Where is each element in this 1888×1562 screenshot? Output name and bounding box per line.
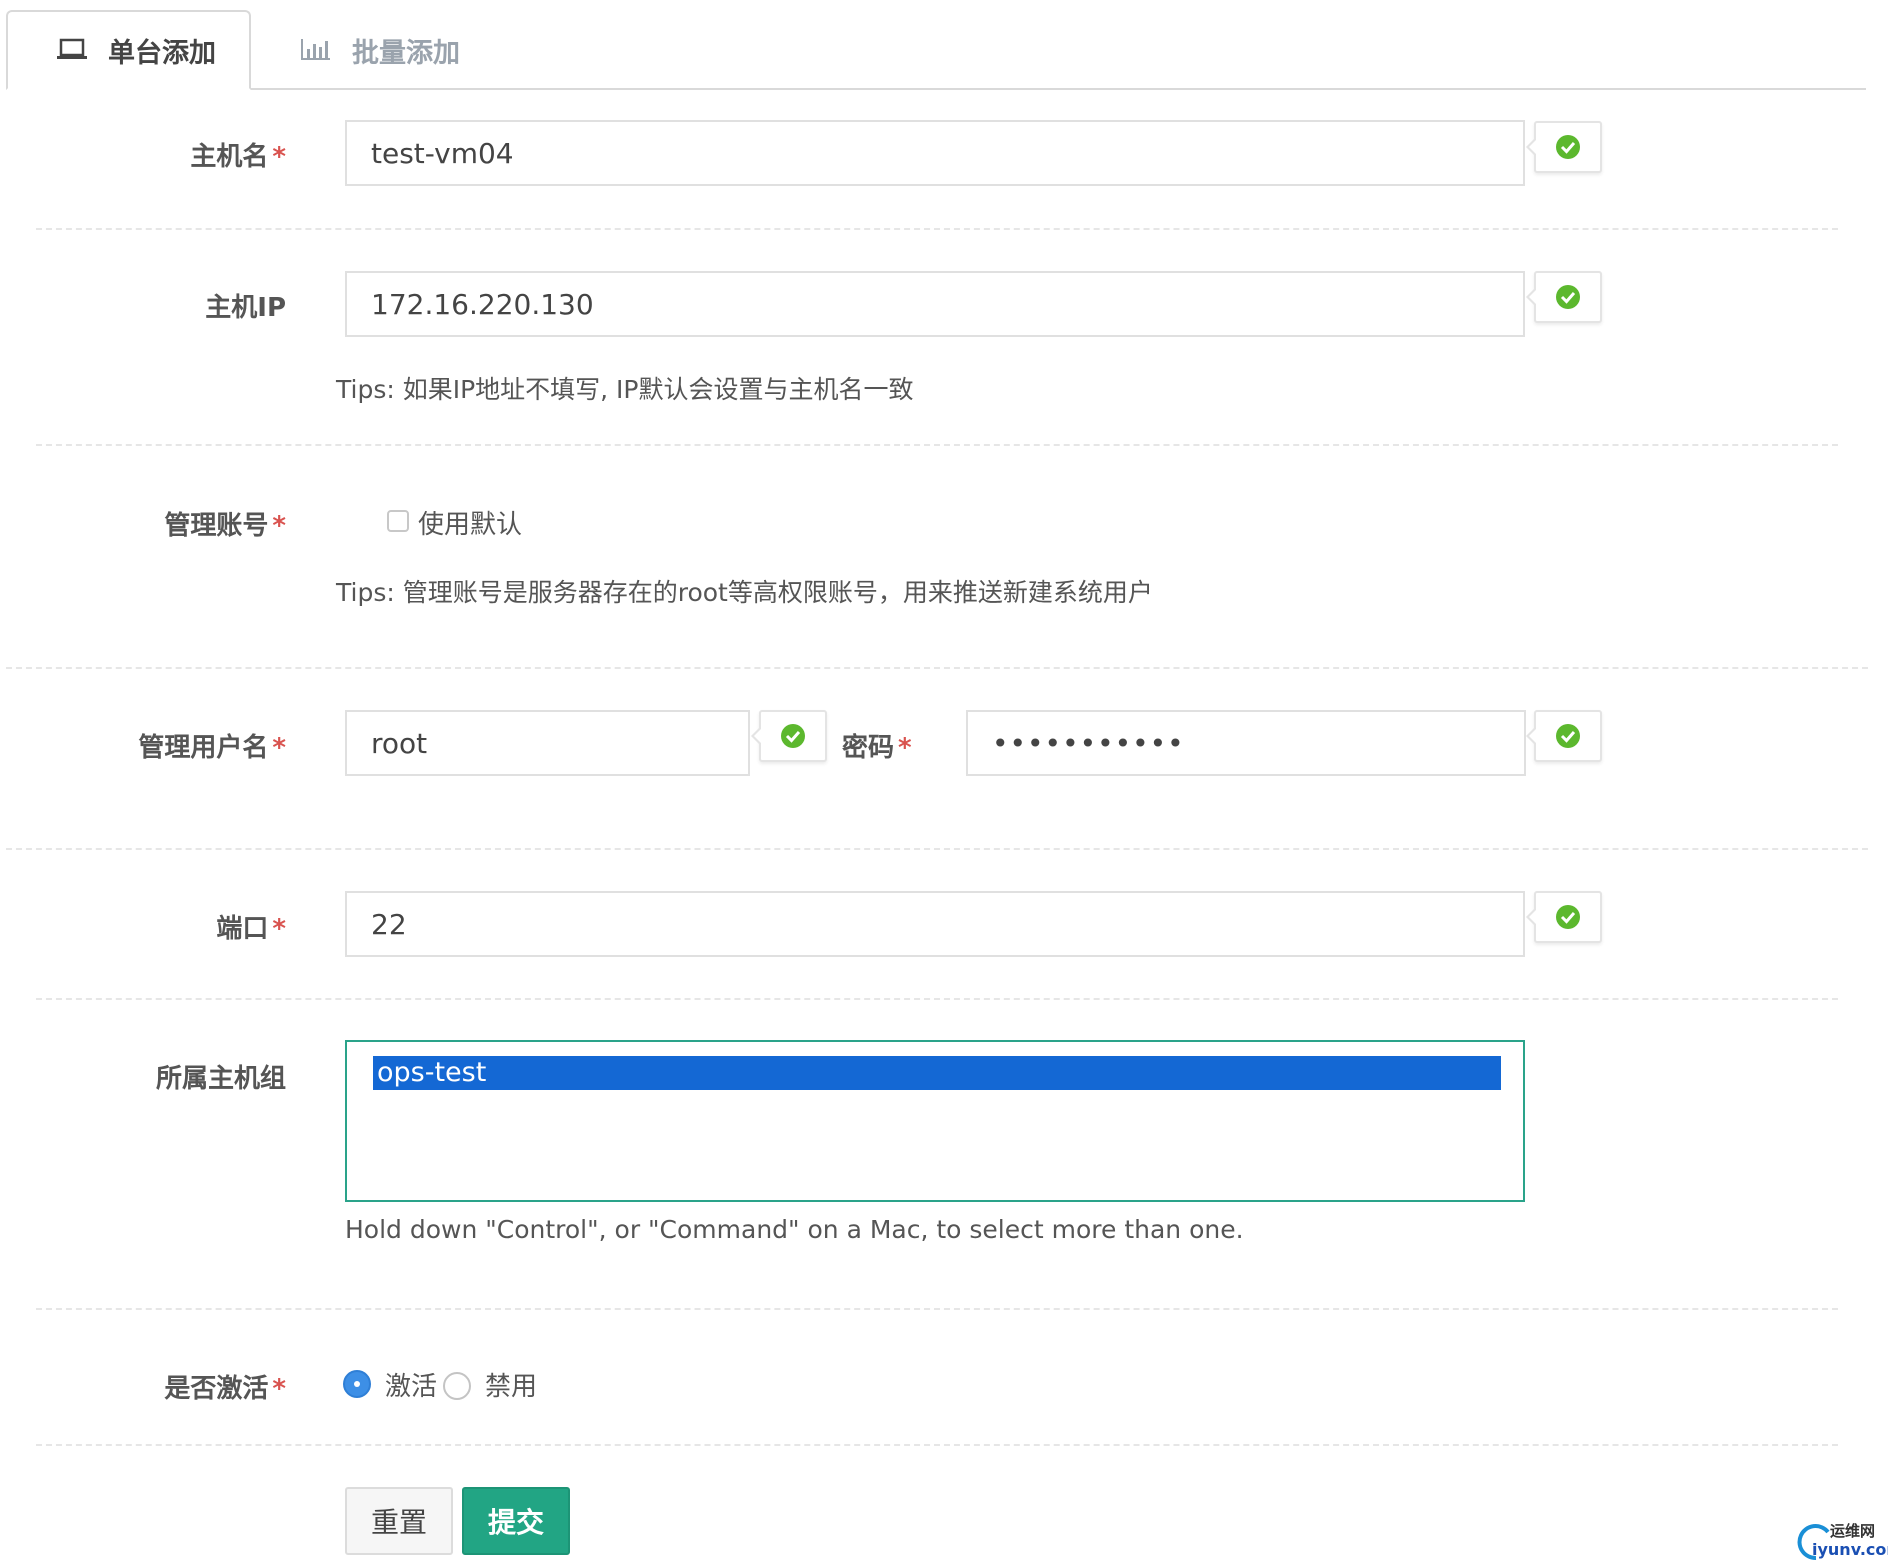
row-divider [36,1308,1838,1310]
tab-single-add[interactable]: 单台添加 [6,10,251,90]
use-default-label[interactable]: 使用默认 [418,504,522,541]
row-divider [36,998,1838,1000]
check-icon [781,724,805,748]
watermark-text-en: iyunv.com [1812,1540,1888,1559]
laptop-icon [56,37,88,63]
host-group-help: Hold down "Control", or "Command" on a M… [345,1215,1244,1244]
port-input[interactable]: 22 [345,891,1525,957]
host-ip-label: 主机IP [205,293,286,323]
row-divider [6,667,1868,669]
port-valid-badge [1526,891,1602,943]
admin-username-valid-badge [751,710,827,762]
admin-username-input[interactable]: root [345,710,750,776]
admin-account-tip: Tips: 管理账号是服务器存在的root等高权限账号，用来推送新建系统用户 [336,578,1153,607]
row-divider [36,1444,1838,1446]
use-default-checkbox[interactable] [387,510,409,532]
admin-account-label: 管理账号 * [164,511,286,541]
row-divider [36,444,1838,446]
bar-chart-icon [300,37,332,63]
radio-activate[interactable] [343,1370,371,1398]
host-ip-valid-badge [1526,271,1602,323]
host-group-label: 所属主机组 [155,1064,286,1094]
tab-bar-divider [6,88,1866,90]
row-divider [36,228,1838,230]
tab-label: 单台添加 [108,37,216,69]
reset-button[interactable]: 重置 [345,1487,453,1555]
password-valid-badge [1526,710,1602,762]
radio-disable[interactable] [443,1372,471,1400]
admin-username-label: 管理用户名 * [138,733,286,763]
hostname-valid-badge [1526,121,1602,173]
row-divider [6,848,1868,850]
tab-batch-add[interactable]: 批量添加 [300,10,460,90]
host-group-select[interactable]: ops-test [345,1040,1525,1202]
password-input[interactable]: ••••••••••• [966,710,1526,776]
host-ip-input[interactable]: 172.16.220.130 [345,271,1525,337]
check-icon [1556,135,1580,159]
check-icon [1556,905,1580,929]
check-icon [1556,285,1580,309]
watermark-text-cn: 运维网 [1830,1522,1876,1540]
password-label: 密码 * [842,733,912,763]
host-group-option[interactable]: ops-test [373,1056,1501,1090]
hostname-input[interactable]: test-vm04 [345,120,1525,186]
active-label: 是否激活 * [164,1374,286,1404]
radio-disable-label[interactable]: 禁用 [485,1366,537,1403]
submit-button[interactable]: 提交 [462,1487,570,1555]
tab-label: 批量添加 [352,37,460,69]
port-label: 端口 * [216,914,286,944]
hostname-label: 主机名 * [190,142,286,172]
radio-activate-label[interactable]: 激活 [385,1366,437,1403]
check-icon [1556,724,1580,748]
host-ip-tip: Tips: 如果IP地址不填写, IP默认会设置与主机名一致 [336,375,914,404]
